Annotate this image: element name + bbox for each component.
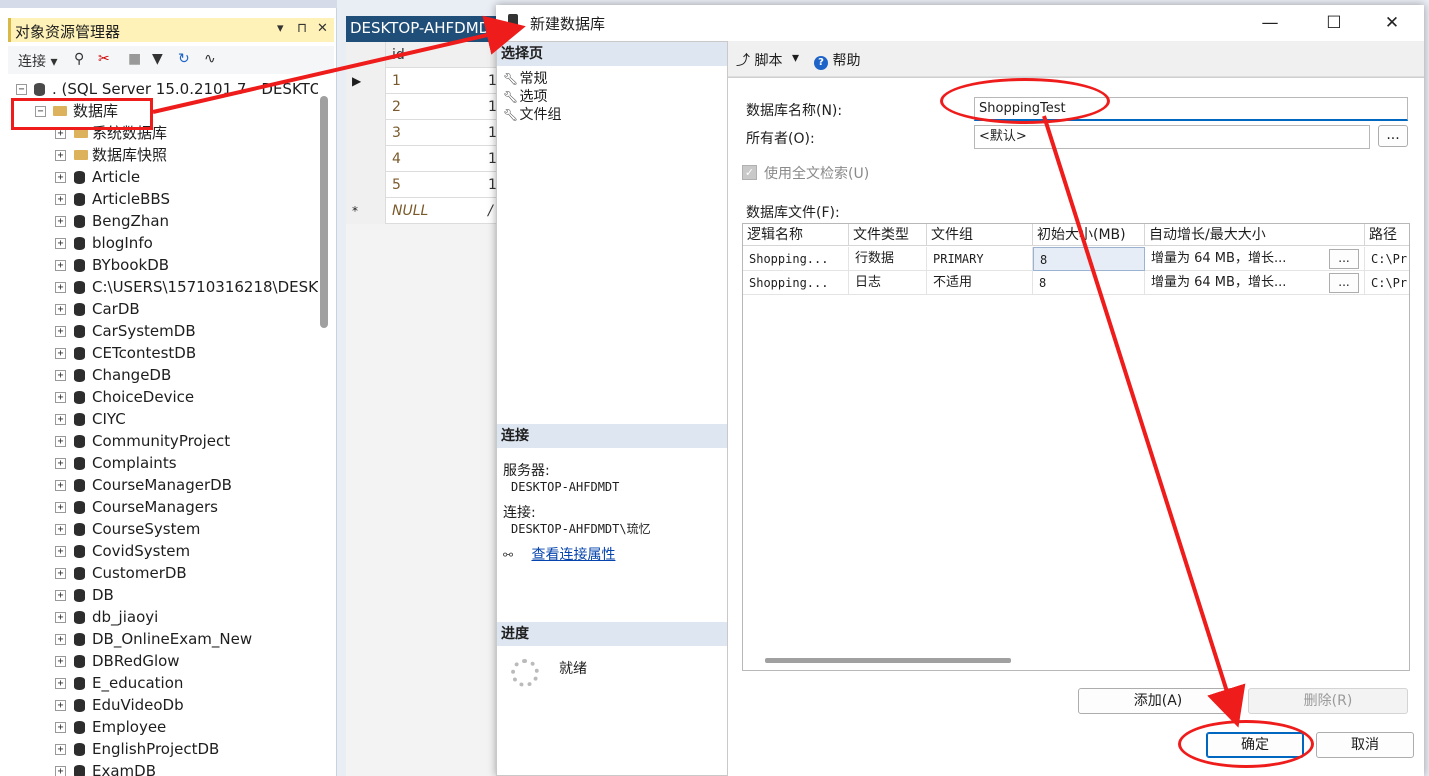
arrow-to-ok [1042, 115, 1246, 728]
arrow-to-dialog [152, 15, 526, 114]
annotation-arrows [152, 15, 1246, 728]
